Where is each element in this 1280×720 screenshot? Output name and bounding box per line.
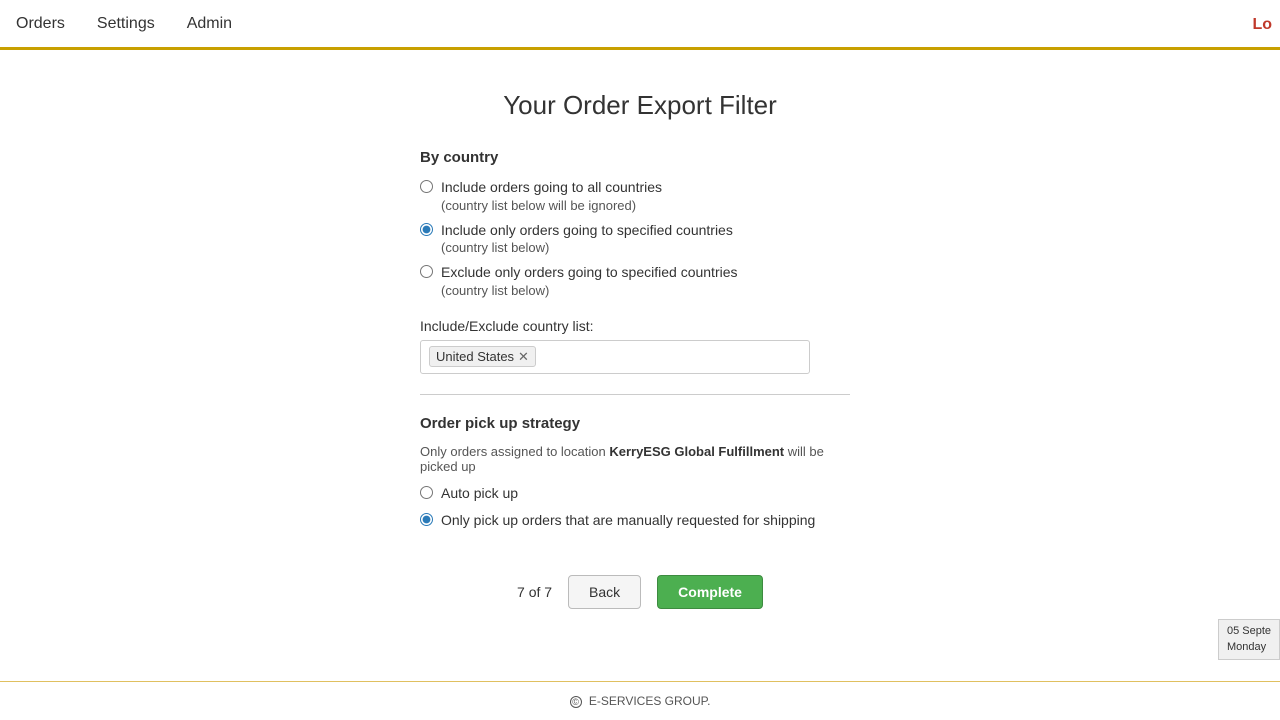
by-country-label: By country [420,149,860,166]
pickup-radio-manual[interactable] [420,513,433,526]
country-tag-remove[interactable]: ✕ [518,350,529,363]
page-indicator: 7 of 7 [517,584,552,600]
country-option-all: Include orders going to all countries (c… [420,178,860,213]
main-content: Your Order Export Filter By country Incl… [0,50,1280,681]
country-option-include-label: Include only orders going to specified c… [441,221,733,241]
pickup-option-auto: Auto pick up [420,484,860,504]
pickup-label: Order pick up strategy [420,415,860,432]
country-radio-exclude[interactable] [420,265,433,278]
country-option-exclude: Exclude only orders going to specified c… [420,263,860,298]
country-radio-group: Include orders going to all countries (c… [420,178,860,302]
header-right: Lo [1252,0,1280,50]
nav-orders[interactable]: Orders [16,15,65,33]
country-tag-label: United States [436,349,514,364]
nav-settings[interactable]: Settings [97,15,155,33]
country-option-include-sublabel: (country list below) [441,240,733,255]
pickup-radio-auto[interactable] [420,486,433,499]
by-country-section: By country Include orders going to all c… [420,149,860,374]
section-divider [420,394,850,395]
footer-actions: 7 of 7 Back Complete [420,575,860,609]
country-radio-all[interactable] [420,180,433,193]
main-nav: Orders Settings Admin [16,15,232,33]
pickup-description: Only orders assigned to location KerryES… [420,444,860,474]
country-tag-us: United States ✕ [429,346,536,367]
pickup-option-manual: Only pick up orders that are manually re… [420,511,860,531]
nav-admin[interactable]: Admin [187,15,232,33]
footer-icon: © [570,696,582,708]
pickup-option-manual-label: Only pick up orders that are manually re… [441,511,815,531]
complete-button[interactable]: Complete [657,575,763,609]
country-list-label: Include/Exclude country list: [420,318,860,334]
back-button[interactable]: Back [568,575,641,609]
country-option-exclude-label: Exclude only orders going to specified c… [441,263,738,283]
form-container: By country Include orders going to all c… [420,149,860,609]
page-title: Your Order Export Filter [503,90,777,121]
country-option-all-label: Include orders going to all countries [441,178,662,198]
date-line2: Monday [1227,640,1271,655]
country-radio-include[interactable] [420,223,433,236]
pickup-section: Order pick up strategy Only orders assig… [420,415,860,535]
header-right-text: Lo [1252,16,1272,34]
date-line1: 05 Septe [1227,624,1271,639]
country-option-exclude-sublabel: (country list below) [441,283,738,298]
pickup-desc-prefix: Only orders assigned to location [420,444,609,459]
footer-text: E-SERVICES GROUP. [589,694,711,708]
pickup-option-auto-label: Auto pick up [441,484,518,504]
pickup-radio-group: Auto pick up Only pick up orders that ar… [420,484,860,535]
header: Orders Settings Admin Lo [0,0,1280,50]
footer: © E-SERVICES GROUP. [0,681,1280,720]
pickup-desc-bold: KerryESG Global Fulfillment [609,444,784,459]
date-badge: 05 Septe Monday [1218,619,1280,660]
country-option-include: Include only orders going to specified c… [420,221,860,256]
country-option-all-sublabel: (country list below will be ignored) [441,198,662,213]
country-list-input[interactable]: United States ✕ [420,340,810,374]
